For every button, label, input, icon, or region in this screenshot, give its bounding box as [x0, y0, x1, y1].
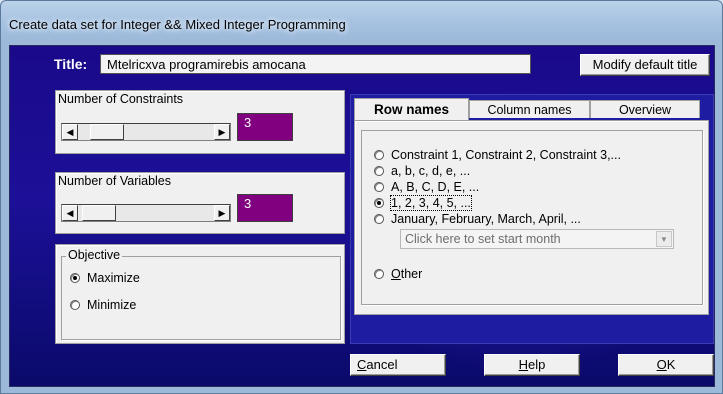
- row-option-constraint[interactable]: Constraint 1, Constraint 2, Constraint 3…: [374, 148, 621, 162]
- scroll-left-icon[interactable]: ◀: [62, 205, 78, 221]
- minimize-option[interactable]: Minimize: [70, 298, 136, 312]
- constraints-label: Number of Constraints: [58, 92, 184, 106]
- minimize-label: Minimize: [87, 298, 137, 312]
- row-radio-other[interactable]: [374, 269, 384, 279]
- row-names-page: Constraint 1, Constraint 2, Constraint 3…: [354, 120, 709, 315]
- variables-panel: Number of Variables ◀ ▶ 3: [55, 172, 345, 234]
- row-radio-constraint[interactable]: [374, 150, 384, 160]
- row-option-numbers[interactable]: 1, 2, 3, 4, 5, ...: [374, 195, 472, 211]
- row-option-months[interactable]: January, February, March, April, ...: [374, 212, 581, 226]
- dialog-window: Create data set for Integer && Mixed Int…: [0, 0, 723, 394]
- constraints-scrollbar[interactable]: ◀ ▶: [61, 123, 231, 141]
- constraints-panel: Number of Constraints ◀ ▶ 3: [55, 90, 345, 154]
- tab-area: Row names Column names Overview Constrai…: [350, 94, 714, 344]
- row-label-constraint: Constraint 1, Constraint 2, Constraint 3…: [391, 148, 621, 162]
- variables-label: Number of Variables: [58, 174, 172, 188]
- row-radio-months[interactable]: [374, 214, 384, 224]
- scroll-right-icon[interactable]: ▶: [214, 124, 230, 140]
- objective-legend: Objective: [66, 248, 123, 262]
- window-title: Create data set for Integer && Mixed Int…: [9, 17, 346, 32]
- title-label: Title:: [54, 56, 88, 72]
- constraints-value: 3: [237, 113, 293, 141]
- maximize-radio[interactable]: [70, 273, 80, 283]
- objective-panel: Objective Maximize Minimize: [55, 244, 345, 344]
- row-radio-numbers[interactable]: [374, 198, 384, 208]
- scroll-left-icon[interactable]: ◀: [62, 124, 78, 140]
- start-month-placeholder: Click here to set start month: [405, 232, 561, 246]
- help-button[interactable]: Help: [484, 354, 580, 376]
- modify-default-title-button[interactable]: Modify default title: [580, 54, 710, 76]
- row-label-numbers: 1, 2, 3, 4, 5, ...: [390, 195, 472, 211]
- row-option-lowercase[interactable]: a, b, c, d, e, ...: [374, 164, 470, 178]
- maximize-label: Maximize: [87, 271, 140, 285]
- constraints-scroll-thumb[interactable]: [90, 124, 124, 140]
- chevron-down-icon[interactable]: ▼: [656, 231, 672, 247]
- row-label-uppercase: A, B, C, D, E, ...: [391, 180, 480, 194]
- minimize-radio[interactable]: [70, 300, 80, 310]
- row-option-other[interactable]: Other: [374, 267, 422, 281]
- variables-scroll-thumb[interactable]: [82, 205, 116, 221]
- row-option-uppercase[interactable]: A, B, C, D, E, ...: [374, 180, 479, 194]
- tab-column-names[interactable]: Column names: [469, 100, 590, 118]
- ok-button[interactable]: OK: [618, 354, 714, 376]
- maximize-option[interactable]: Maximize: [70, 271, 140, 285]
- variables-value: 3: [237, 194, 293, 222]
- row-label-months: January, February, March, April, ...: [391, 212, 581, 226]
- cancel-button[interactable]: Cancel: [350, 354, 446, 376]
- start-month-dropdown[interactable]: Click here to set start month ▼: [400, 229, 674, 249]
- scroll-right-icon[interactable]: ▶: [214, 205, 230, 221]
- dialog-client-area: Title: Mtelricxva programirebis amocana …: [9, 45, 715, 387]
- row-radio-uppercase[interactable]: [374, 182, 384, 192]
- other-mnemonic: O: [391, 267, 401, 281]
- row-label-lowercase: a, b, c, d, e, ...: [391, 164, 471, 178]
- variables-scrollbar[interactable]: ◀ ▶: [61, 204, 231, 222]
- other-label: ther: [400, 267, 423, 281]
- row-radio-lowercase[interactable]: [374, 166, 384, 176]
- title-input[interactable]: Mtelricxva programirebis amocana: [100, 54, 531, 74]
- tab-row-names[interactable]: Row names: [354, 98, 469, 120]
- tab-overview[interactable]: Overview: [590, 100, 700, 118]
